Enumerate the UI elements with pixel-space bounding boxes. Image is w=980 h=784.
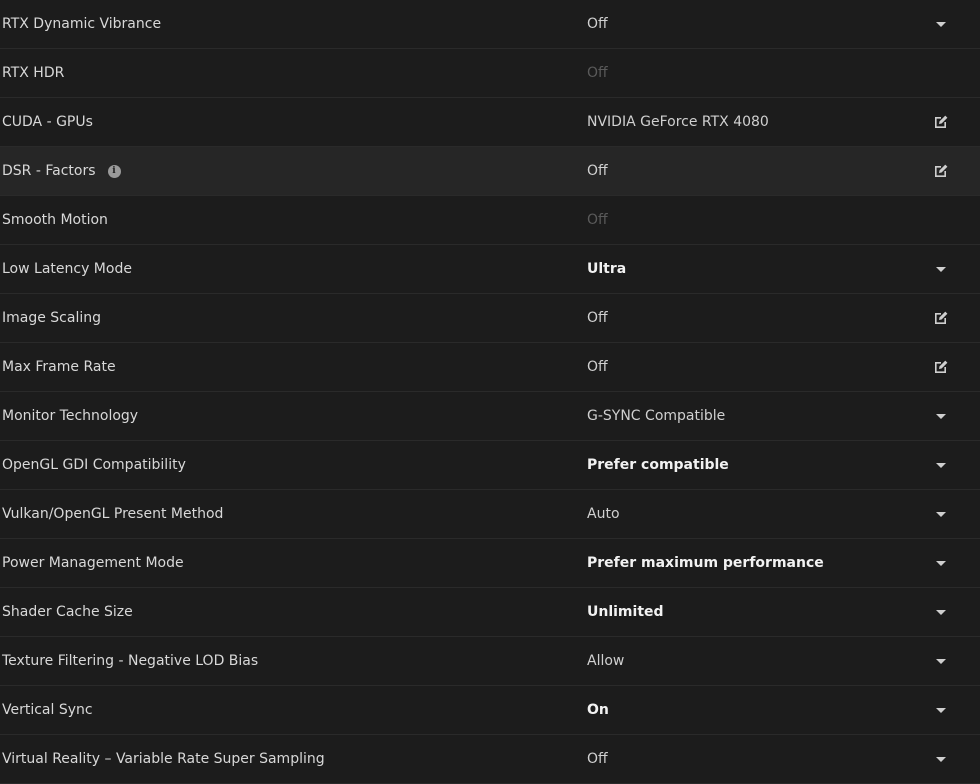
dropdown-button[interactable] [930,637,952,685]
edit-icon [933,163,949,179]
setting-label: Vertical Sync [2,686,93,734]
setting-row-image-scaling[interactable]: Image Scaling Off [0,294,980,343]
setting-row-cuda-gpus[interactable]: CUDA - GPUs NVIDIA GeForce RTX 4080 [0,98,980,147]
setting-row-dsr-factors[interactable]: DSR - Factors i Off [0,147,980,196]
chevron-down-icon [936,462,946,468]
dropdown-button[interactable] [930,686,952,734]
edit-button[interactable] [930,294,952,342]
setting-value[interactable]: Allow [587,637,624,685]
info-icon[interactable]: i [107,164,121,178]
setting-value[interactable]: Prefer maximum performance [587,539,824,587]
setting-value: Off [587,310,608,326]
setting-value[interactable]: Ultra [587,245,626,293]
edit-icon [933,359,949,375]
setting-label-text: Low Latency Mode [2,261,132,277]
setting-label: Shader Cache Size [2,588,133,636]
setting-row-vulkan-opengl-present-method[interactable]: Vulkan/OpenGL Present Method Auto [0,490,980,539]
chevron-down-icon [936,413,946,419]
chevron-down-icon [936,658,946,664]
setting-value: NVIDIA GeForce RTX 4080 [587,114,769,130]
edit-icon [933,114,949,130]
setting-label: Monitor Technology [2,392,138,440]
setting-label-text: Monitor Technology [2,408,139,424]
setting-value[interactable]: Auto [587,490,620,538]
setting-row-rtx-dynamic-vibrance[interactable]: RTX Dynamic Vibrance Off [0,0,980,49]
setting-label-text: Power Management Mode [2,555,184,571]
setting-label-text: DSR - Factors [2,163,96,179]
setting-label: OpenGL GDI Compatibility [2,441,186,489]
setting-label-text: Smooth Motion [2,212,108,228]
setting-label: DSR - Factors i [2,147,121,195]
chevron-down-icon [936,266,946,272]
dropdown-button[interactable] [930,245,952,293]
setting-label-text: Vertical Sync [2,702,93,718]
setting-label: Smooth Motion [2,196,108,244]
setting-value: Off [587,65,608,81]
setting-row-power-management-mode[interactable]: Power Management Mode Prefer maximum perf… [0,539,980,588]
chevron-down-icon [936,21,946,27]
chevron-down-icon [936,560,946,566]
setting-value: Off [587,163,608,179]
setting-row-max-frame-rate[interactable]: Max Frame Rate Off [0,343,980,392]
setting-value: Off [587,212,608,228]
setting-label: Power Management Mode [2,539,184,587]
setting-label-text: Vulkan/OpenGL Present Method [2,506,224,522]
setting-row-opengl-gdi-compatibility[interactable]: OpenGL GDI Compatibility Prefer compatibl… [0,441,980,490]
setting-value[interactable]: Unlimited [587,588,664,636]
setting-label: Vulkan/OpenGL Present Method [2,490,223,538]
setting-value[interactable]: G-SYNC Compatible [587,392,725,440]
setting-row-smooth-motion: Smooth Motion Off [0,196,980,245]
setting-label-text: Virtual Reality – Variable Rate Super Sa… [2,751,325,767]
setting-label-text: OpenGL GDI Compatibility [2,457,186,473]
setting-label-text: Max Frame Rate [2,359,116,375]
setting-label: Image Scaling [2,294,101,342]
setting-label-text: Image Scaling [2,310,101,326]
setting-label: Max Frame Rate [2,343,116,391]
dropdown-button[interactable] [930,392,952,440]
setting-row-virtual-reality-variable-rate-super-sampling[interactable]: Virtual Reality – Variable Rate Super Sa… [0,735,980,784]
setting-row-monitor-technology[interactable]: Monitor Technology G-SYNC Compatible [0,392,980,441]
setting-value: Off [587,359,608,375]
setting-value[interactable]: Prefer compatible [587,441,729,489]
chevron-down-icon [936,609,946,615]
dropdown-button[interactable] [930,490,952,538]
setting-label: CUDA - GPUs [2,98,93,146]
setting-label: Texture Filtering - Negative LOD Bias [2,637,258,685]
setting-row-low-latency-mode[interactable]: Low Latency Mode Ultra [0,245,980,294]
setting-row-rtx-hdr: RTX HDR Off [0,49,980,98]
setting-value[interactable]: On [587,686,609,734]
chevron-down-icon [936,707,946,713]
setting-label-text: RTX Dynamic Vibrance [2,16,162,32]
setting-value[interactable]: Off [587,735,608,783]
setting-label: RTX HDR [2,49,64,97]
edit-icon [933,310,949,326]
setting-label-text: RTX HDR [2,65,65,81]
setting-row-shader-cache-size[interactable]: Shader Cache Size Unlimited [0,588,980,637]
chevron-down-icon [936,756,946,762]
edit-button[interactable] [930,147,952,195]
edit-button[interactable] [930,343,952,391]
settings-list: RTX Dynamic Vibrance Off RTX HDR Off CUDA - … [0,0,980,784]
setting-label: Virtual Reality – Variable Rate Super Sa… [2,735,325,783]
setting-value[interactable]: Off [587,0,608,48]
dropdown-button[interactable] [930,441,952,489]
chevron-down-icon [936,511,946,517]
edit-button[interactable] [930,98,952,146]
setting-label-text: CUDA - GPUs [2,114,93,130]
setting-row-texture-filtering-negative-lod-bias[interactable]: Texture Filtering - Negative LOD Bias All… [0,637,980,686]
setting-label-text: Texture Filtering - Negative LOD Bias [2,653,259,669]
setting-label: RTX Dynamic Vibrance [2,0,161,48]
setting-label: Low Latency Mode [2,245,132,293]
dropdown-button[interactable] [930,0,952,48]
dropdown-button[interactable] [930,588,952,636]
setting-label-text: Shader Cache Size [2,604,133,620]
setting-row-vertical-sync[interactable]: Vertical Sync On [0,686,980,735]
dropdown-button[interactable] [930,539,952,587]
dropdown-button[interactable] [930,735,952,783]
